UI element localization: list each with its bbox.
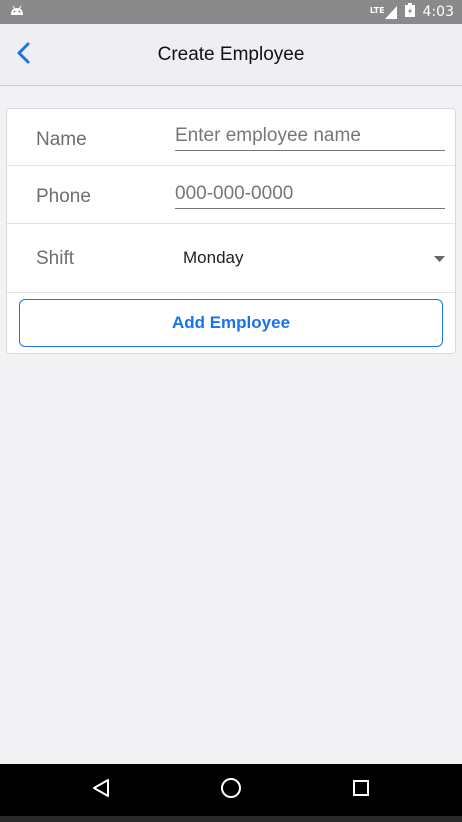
navigation-bar: Create Employee [0,24,462,86]
system-navigation-bar [0,764,462,816]
shift-picker-value: Monday [183,248,244,267]
page-title: Create Employee [157,44,305,65]
employee-form-card: Name Phone Shift Monday Add Employee [6,108,456,354]
shift-picker[interactable]: Monday [183,224,445,292]
back-triangle-icon [92,778,110,803]
status-right: LTE 4:03 [370,3,454,21]
system-home-button[interactable] [211,774,251,806]
name-row: Name [7,109,455,166]
phone-input[interactable] [175,179,445,209]
add-employee-button[interactable]: Add Employee [19,299,443,347]
back-button[interactable] [6,38,40,72]
shift-row: Shift Monday [7,224,455,293]
employee-name-input[interactable] [175,121,445,151]
bottom-edge [0,816,462,822]
home-circle-icon [220,777,242,804]
battery-icon [404,3,415,21]
signal-icon: LTE [369,5,397,19]
phone-row: Phone [7,166,455,224]
network-type: LTE [369,5,385,15]
phone-label: Phone [36,186,91,207]
shift-label: Shift [36,248,75,269]
status-time: 4:03 [422,4,454,20]
chevron-left-icon [16,42,30,69]
system-recents-button[interactable] [341,774,381,806]
status-bar: LTE 4:03 [0,0,462,24]
system-back-button[interactable] [81,774,121,806]
android-icon [10,3,24,21]
status-left [10,3,24,21]
recents-square-icon [352,779,370,802]
name-label: Name [36,129,87,150]
dropdown-arrow-icon [434,249,445,267]
